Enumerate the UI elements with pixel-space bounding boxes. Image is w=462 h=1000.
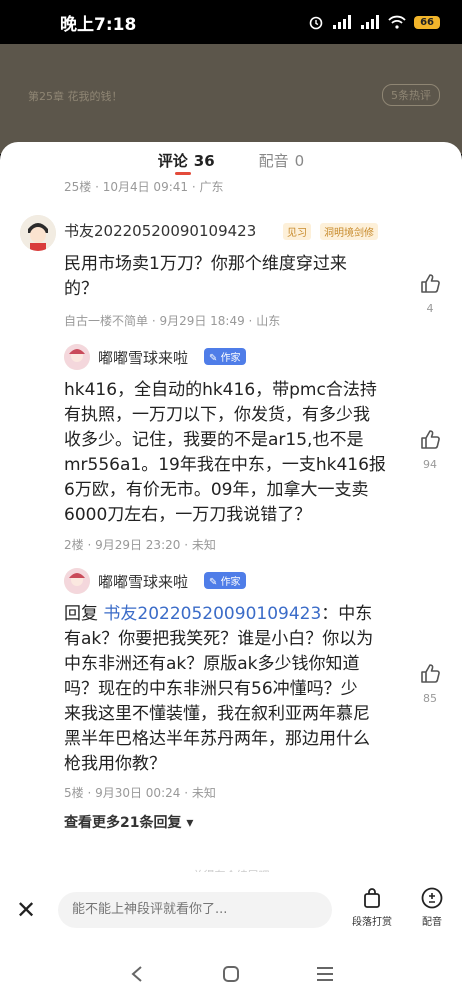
- author-badge: ✎ 作家: [204, 348, 246, 365]
- comment-text[interactable]: 回复 书友20220520090109423：中东 有ak？你要把我笑死？谁是小…: [64, 602, 409, 777]
- comment-meta: 5楼 · 9月30日 00:24 · 未知: [64, 786, 216, 800]
- home-icon: [223, 965, 239, 982]
- comment-input[interactable]: [58, 891, 332, 928]
- comment-line: 6000刀左右，一万刀我说错了？: [64, 505, 312, 525]
- avatar[interactable]: [64, 344, 90, 370]
- caret-down-icon: ▾: [186, 815, 194, 831]
- gift-bag-icon: [364, 888, 380, 908]
- home-button[interactable]: [216, 959, 246, 989]
- status-time: 晚上7:18: [60, 14, 137, 35]
- chapter-title: 第25章 花我的钱！: [28, 90, 123, 103]
- tab-comments-label: 评论: [157, 152, 188, 170]
- comment-line: 有ak？你要把我笑死？谁是小白？你以为: [64, 629, 374, 649]
- comment-text[interactable]: 民用市场卖1万刀？你那个维度穿过来 的？: [64, 252, 404, 302]
- like-button[interactable]: 85: [416, 662, 444, 705]
- back-icon: [131, 965, 142, 982]
- battery-indicator: 66: [414, 15, 440, 29]
- avatar[interactable]: [64, 568, 90, 594]
- status-bar: 晚上7:18 66: [0, 0, 462, 44]
- tab-comments-count: 36: [193, 152, 215, 170]
- comment-line: hk416，全自动的hk416，带pmc合法持: [64, 380, 377, 400]
- tab-dubbing-count: 0: [294, 152, 305, 170]
- user-name[interactable]: 嘟嘟雪球来啦: [98, 347, 188, 368]
- thumbs-up-icon: [421, 664, 440, 683]
- comment-line: mr556a1。19年我在中东，一支hk416报: [64, 455, 386, 475]
- comment-line: 收多少。记住，我要的不是ar15,也不是: [64, 430, 364, 450]
- tab-dubbing[interactable]: 配音 0: [259, 150, 305, 180]
- like-count: 94: [423, 458, 437, 471]
- like-count: 4: [426, 302, 434, 315]
- user-name[interactable]: 嘟嘟雪球来啦: [98, 571, 188, 592]
- wifi-icon: [388, 15, 406, 29]
- sheet-tabs: 评论 36 配音 0: [0, 150, 462, 180]
- comment-meta: 2楼 · 9月29日 23:20 · 未知: [64, 538, 216, 552]
- avatar[interactable]: [20, 215, 56, 251]
- like-button[interactable]: 4: [416, 272, 444, 315]
- author-badge-label: 作家: [220, 577, 241, 588]
- reply-prefix: 回复: [64, 604, 104, 624]
- comment-line: 6万欧，有价无市。09年，加拿大一支卖: [64, 480, 369, 500]
- comment-line: 枪我用你教？: [64, 754, 166, 774]
- reply-target-user[interactable]: 书友20220520090109423: [103, 604, 321, 624]
- signal-icon: [333, 15, 352, 29]
- dubbing-label: 配音: [422, 917, 442, 928]
- comment-text[interactable]: hk416，全自动的hk416，带pmc合法持 有执照，一万刀以下，你发货，有多…: [64, 378, 404, 528]
- more-replies-button[interactable]: 查看更多21条回复 ▾: [64, 812, 193, 832]
- comment-line: 回复 书友20220520090109423：中东: [64, 602, 409, 627]
- comment-input-bar: ✕: [0, 872, 462, 947]
- dubbing-icon: [421, 887, 443, 909]
- back-button[interactable]: [122, 959, 152, 989]
- comment-meta: 25楼 · 10月4日 09:41 · 广东: [64, 180, 224, 194]
- comment-sheet: 评论 36 配音 0 25楼 · 10月4日 09:41 · 广东 书友2022…: [0, 142, 462, 947]
- paragraph-tip-button[interactable]: 段落打赏: [352, 886, 392, 928]
- user-name[interactable]: 书友20220520090109423: [64, 220, 256, 241]
- more-replies-label: 查看更多21条回复: [64, 815, 182, 831]
- comment-line: 吗？现在的中东非洲只有56冲懂吗？少: [64, 679, 358, 699]
- close-icon[interactable]: ✕: [16, 896, 44, 924]
- menu-button[interactable]: [310, 959, 340, 989]
- level-badge: 见习: [283, 223, 311, 240]
- signal-hd-icon: [361, 15, 380, 29]
- reply-colon: ：中东: [321, 604, 373, 624]
- tab-comments[interactable]: 评论 36: [158, 150, 215, 180]
- alarm-icon: [309, 16, 323, 30]
- thumbs-up-icon: [421, 274, 440, 293]
- reader-backdrop: 第25章 花我的钱！ 5条热评: [0, 44, 462, 154]
- system-nav-bar: [0, 947, 462, 1000]
- comment-line: 民用市场卖1万刀？你那个维度穿过来: [64, 254, 347, 274]
- author-badge: ✎ 作家: [204, 572, 246, 589]
- like-count: 85: [423, 692, 437, 705]
- comment-line: 的？: [64, 279, 98, 299]
- like-button[interactable]: 94: [416, 428, 444, 471]
- title-badge: 洞明境剑修: [320, 223, 378, 240]
- author-badge-label: 作家: [220, 353, 241, 364]
- comment-line: 中东非洲还有ak？原版ak多少钱你知道: [64, 654, 360, 674]
- paragraph-tip-label: 段落打赏: [352, 917, 392, 928]
- comment-line: 来我这里不懂装懂，我在叙利亚两年慕尼: [64, 704, 370, 724]
- thumbs-up-icon: [421, 430, 440, 449]
- dubbing-button[interactable]: 配音: [420, 886, 444, 928]
- comment-meta: 自古一楼不简单 · 9月29日 18:49 · 山东: [64, 314, 281, 328]
- tab-dubbing-label: 配音: [258, 152, 289, 170]
- status-icons: 66: [308, 14, 440, 30]
- comment-line: 有执照，一万刀以下，你发货，有多少我: [64, 405, 370, 425]
- active-tab-indicator: [175, 172, 191, 175]
- menu-icon: [317, 966, 333, 981]
- hot-comments-pill[interactable]: 5条热评: [382, 84, 440, 106]
- comment-line: 黑半年巴格达半年苏丹两年，那边用什么: [64, 729, 370, 749]
